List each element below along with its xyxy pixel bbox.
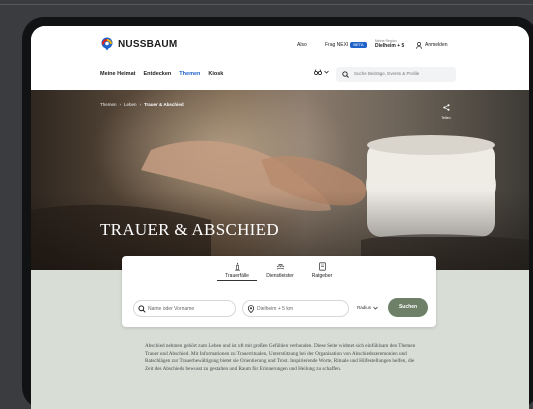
location-field[interactable]: Dielheim + 5 km	[242, 300, 349, 317]
share-button[interactable]: Teilen	[440, 98, 452, 120]
breadcrumb-item-current: Trauer & Abschied	[144, 102, 184, 107]
location-pin-icon	[247, 305, 255, 313]
also-link[interactable]: Also	[297, 40, 307, 50]
nav-item-entdecken[interactable]: Entdecken	[143, 71, 171, 77]
region-value: Dielheim + 5	[375, 43, 405, 49]
share-label: Teilen	[441, 116, 451, 120]
frag-nexi-label: Frag NEXI	[325, 42, 349, 48]
search-input[interactable]: Suche Beiträge, Events & Profile	[354, 71, 419, 76]
tab-dienstleister[interactable]: Dienstleister	[260, 262, 300, 279]
location-input[interactable]: Dielheim + 5 km	[257, 306, 293, 312]
breadcrumb-item-themen[interactable]: Themen	[100, 102, 117, 107]
tablet-screen: NUSSBAUM Also Frag NEXI BETA Meine Region…	[31, 26, 529, 409]
nav-item-kiosk[interactable]: Kiosk	[208, 71, 223, 77]
tab-label: Ratgeber	[311, 273, 333, 279]
region-selector[interactable]: Meine Region Dielheim + 5	[375, 39, 404, 49]
site-logo[interactable]: NUSSBAUM	[100, 37, 177, 51]
intro-paragraph: Abschied nehmen gehört zum Leben und ist…	[145, 343, 416, 372]
tab-label: Trauerfälle	[225, 273, 249, 279]
candle-icon	[234, 262, 240, 271]
book-icon	[318, 262, 326, 271]
nav-item-themen[interactable]: Themen	[179, 71, 200, 77]
search-submit-button[interactable]: Suchen	[388, 298, 428, 317]
finder-card: Trauerfälle Dienstleister Ratgeber Name …	[122, 256, 436, 327]
user-icon	[416, 41, 422, 49]
tab-ratgeber[interactable]: Ratgeber	[302, 262, 342, 279]
search-box[interactable]: Suche Beiträge, Events & Profile	[336, 67, 456, 82]
frag-nexi-link[interactable]: Frag NEXI BETA	[325, 40, 367, 50]
breadcrumb-item-leben[interactable]: Leben	[124, 102, 137, 107]
search-icon	[342, 71, 349, 78]
top-utility-bar: Also Frag NEXI BETA Meine Region Dielheim…	[289, 39, 529, 54]
beta-badge: BETA	[350, 41, 367, 48]
logo-text: NUSSBAUM	[118, 38, 178, 50]
binoculars-icon	[314, 69, 322, 75]
hero-banner: Themen › Leben › Trauer & Abschied Teile…	[31, 90, 529, 270]
name-input[interactable]: Name oder Vorname	[148, 306, 194, 312]
tab-label: Dienstleister	[266, 273, 294, 279]
page-title: TRAUER & ABSCHIED	[100, 220, 279, 239]
login-link[interactable]: Anmelden	[416, 40, 448, 50]
radius-select[interactable]: Radius	[357, 305, 378, 310]
breadcrumb-separator: ›	[139, 102, 142, 107]
nav-item-meine-heimat[interactable]: Meine Heimat	[100, 71, 135, 77]
main-nav: Meine Heimat Entdecken Themen Kiosk	[100, 71, 223, 77]
logo-pin-icon	[101, 37, 113, 51]
top-divider	[0, 4, 533, 5]
tab-trauerfaelle[interactable]: Trauerfälle	[217, 262, 257, 281]
radius-label: Radius	[357, 305, 372, 310]
explore-selector[interactable]	[314, 69, 329, 75]
search-icon	[138, 305, 146, 313]
name-field[interactable]: Name oder Vorname	[133, 300, 236, 317]
breadcrumb: Themen › Leben › Trauer & Abschied	[100, 102, 184, 107]
login-label: Anmelden	[425, 42, 448, 48]
breadcrumb-separator: ›	[119, 102, 122, 107]
chevron-down-icon	[324, 70, 329, 74]
site-header: NUSSBAUM Also Frag NEXI BETA Meine Region…	[31, 26, 529, 90]
share-icon	[442, 104, 449, 111]
hands-icon	[276, 264, 284, 270]
finder-tabs: Trauerfälle Dienstleister Ratgeber	[122, 262, 436, 284]
chevron-down-icon	[373, 306, 378, 310]
